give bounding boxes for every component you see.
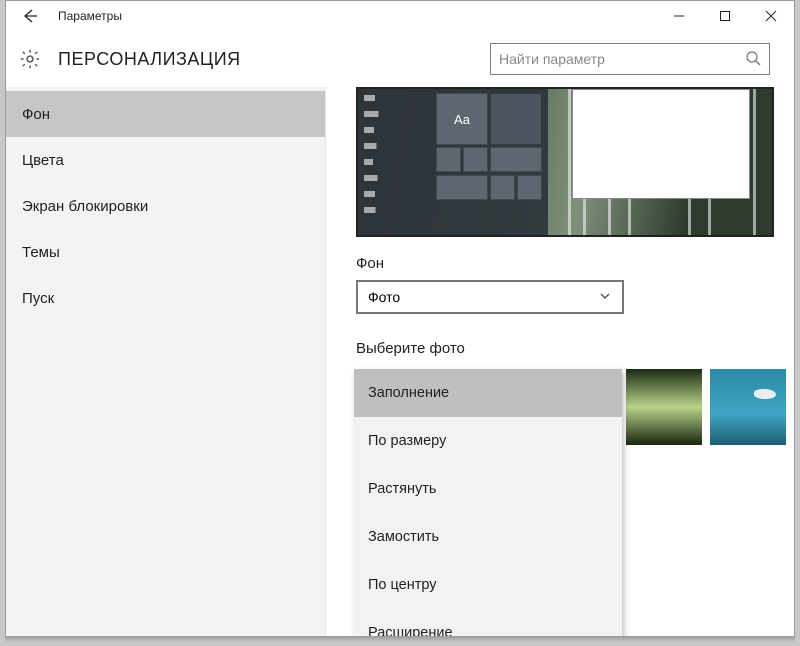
desktop-preview: Aa: [356, 87, 774, 237]
sidebar-item-label: Экран блокировки: [22, 198, 148, 215]
preview-tile: [490, 93, 542, 145]
menu-item-label: По центру: [368, 577, 437, 593]
header: ПЕРСОНАЛИЗАЦИЯ Найти параметр: [6, 31, 794, 87]
sidebar-item-label: Цвета: [22, 152, 64, 169]
header-left: ПЕРСОНАЛИЗАЦИЯ: [18, 47, 241, 71]
sidebar-item-lockscreen[interactable]: Экран блокировки: [6, 183, 325, 229]
photo-thumbnail[interactable]: [710, 369, 786, 445]
preview-window: [572, 89, 750, 199]
sidebar-item-colors[interactable]: Цвета: [6, 137, 325, 183]
back-button[interactable]: [6, 1, 54, 31]
maximize-button[interactable]: [702, 1, 748, 31]
chevron-down-icon: [598, 289, 612, 306]
dropdown-value: Фото: [368, 289, 400, 305]
preview-start-menu: Aa: [358, 89, 548, 235]
menu-item-label: Замостить: [368, 529, 439, 545]
title-bar: Параметры: [6, 1, 794, 31]
settings-window: Параметры ПЕРСОНАЛИЗАЦИЯ Найти параметр: [5, 0, 795, 640]
photo-thumbnail[interactable]: [626, 369, 702, 445]
sidebar: Фон Цвета Экран блокировки Темы Пуск: [6, 87, 326, 639]
sidebar-item-background[interactable]: Фон: [6, 91, 325, 137]
fit-option-span[interactable]: Расширение: [354, 609, 622, 639]
preview-tile: [463, 147, 488, 172]
search-input[interactable]: Найти параметр: [490, 43, 770, 75]
window-title: Параметры: [54, 9, 122, 23]
fit-option-stretch[interactable]: Растянуть: [354, 465, 622, 513]
page-title: ПЕРСОНАЛИЗАЦИЯ: [58, 49, 241, 70]
content: Aa Фон Фото Выберите фото: [326, 87, 794, 639]
preview-tile: [490, 175, 515, 200]
preview-tile: [436, 175, 488, 200]
preview-tile: [436, 147, 461, 172]
fit-option-tile[interactable]: Замостить: [354, 513, 622, 561]
search-icon: [745, 50, 761, 69]
background-type-dropdown[interactable]: Фото: [356, 280, 624, 314]
search-placeholder: Найти параметр: [499, 51, 605, 67]
preview-tile: [490, 147, 542, 172]
gear-icon: [18, 47, 42, 71]
fit-option-center[interactable]: По центру: [354, 561, 622, 609]
fit-option-fill[interactable]: Заполнение: [354, 369, 622, 417]
body: Фон Цвета Экран блокировки Темы Пуск Aa: [6, 87, 794, 639]
fit-mode-menu: Заполнение По размеру Растянуть Замостит…: [354, 369, 622, 639]
window-controls: [656, 1, 794, 31]
close-button[interactable]: [748, 1, 794, 31]
background-label: Фон: [356, 255, 794, 272]
minimize-button[interactable]: [656, 1, 702, 31]
preview-tile-text: Aa: [436, 93, 488, 145]
menu-item-label: По размеру: [368, 433, 446, 449]
sidebar-item-label: Фон: [22, 106, 50, 123]
sidebar-item-themes[interactable]: Темы: [6, 229, 325, 275]
shadow: [5, 636, 795, 642]
title-bar-left: Параметры: [6, 1, 122, 31]
photo-thumbnails: [626, 369, 786, 445]
menu-item-label: Заполнение: [368, 385, 449, 401]
fit-option-fit[interactable]: По размеру: [354, 417, 622, 465]
sidebar-item-label: Темы: [22, 244, 60, 261]
preview-tile: [517, 175, 542, 200]
sidebar-item-start[interactable]: Пуск: [6, 275, 325, 321]
sidebar-item-label: Пуск: [22, 290, 54, 307]
menu-item-label: Растянуть: [368, 481, 436, 497]
choose-photo-label: Выберите фото: [356, 340, 794, 357]
